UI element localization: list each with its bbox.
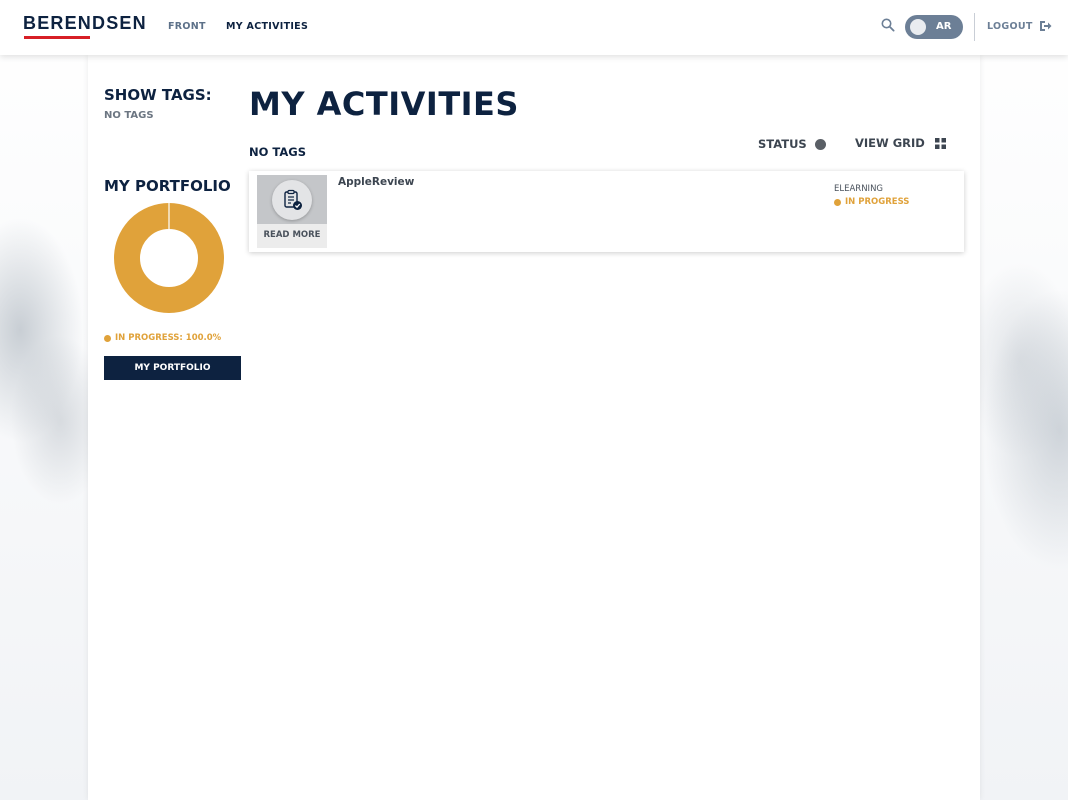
- legend-dot: [104, 334, 111, 342]
- activity-status: IN PROGRESS: [834, 197, 909, 207]
- main-no-tags: NO TAGS: [249, 145, 306, 159]
- show-tags-heading: SHOW TAGS:: [104, 86, 212, 104]
- search-icon[interactable]: [881, 18, 895, 32]
- header-divider: [974, 13, 975, 41]
- portfolio-legend: IN PROGRESS: 100.0%: [104, 333, 221, 343]
- user-menu-button[interactable]: AR: [905, 15, 963, 39]
- my-portfolio-button[interactable]: MY PORTFOLIO: [104, 356, 241, 380]
- activity-thumbnail[interactable]: READ MORE: [257, 175, 327, 248]
- sidebar-no-tags: NO TAGS: [104, 110, 154, 121]
- avatar: [910, 19, 926, 35]
- activity-card[interactable]: READ MORE AppleReview ELEARNING IN PROGR…: [249, 171, 964, 252]
- view-grid-toggle[interactable]: VIEW GRID: [855, 136, 946, 150]
- top-header: BERENDSEN FRONT MY ACTIVITIES AR LOGOUT: [0, 0, 1068, 55]
- main-panel: SHOW TAGS: NO TAGS MY PORTFOLIO IN PROGR…: [88, 55, 980, 800]
- activity-status-label: IN PROGRESS: [845, 197, 910, 207]
- logo-underline: [24, 36, 90, 39]
- read-more-link[interactable]: READ MORE: [257, 230, 327, 240]
- checklist-icon: [284, 189, 302, 210]
- status-filter[interactable]: STATUS: [758, 137, 826, 151]
- portfolio-title: MY PORTFOLIO: [104, 177, 231, 195]
- status-dot: [834, 198, 841, 206]
- nav-my-activities[interactable]: MY ACTIVITIES: [226, 21, 308, 32]
- page-title: MY ACTIVITIES: [249, 85, 519, 123]
- activity-type: ELEARNING: [834, 184, 884, 194]
- legend-label: IN PROGRESS: 100.0%: [115, 333, 222, 343]
- grid-icon: [934, 137, 946, 149]
- status-label: STATUS: [758, 137, 807, 151]
- nav-front[interactable]: FRONT: [168, 21, 206, 32]
- status-dot-icon: [814, 138, 826, 150]
- thumbnail-badge: [272, 180, 312, 220]
- brand-logo[interactable]: BERENDSEN: [23, 13, 147, 34]
- view-grid-label: VIEW GRID: [855, 136, 925, 150]
- logout-link[interactable]: LOGOUT: [987, 21, 1033, 32]
- thumbnail-image: [257, 175, 327, 224]
- logout-icon[interactable]: [1039, 20, 1052, 32]
- activity-title[interactable]: AppleReview: [338, 176, 414, 188]
- user-initials: AR: [936, 21, 952, 32]
- portfolio-donut-chart: [114, 202, 224, 313]
